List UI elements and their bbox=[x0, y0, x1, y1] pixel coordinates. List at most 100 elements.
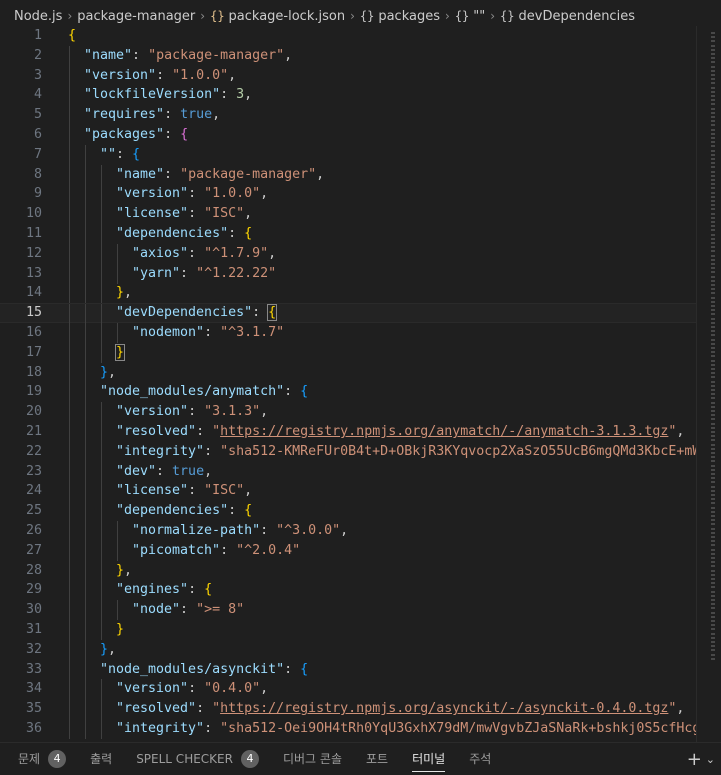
code-line[interactable]: 19 "node_modules/anymatch": { bbox=[0, 382, 696, 403]
indent-guide bbox=[85, 441, 86, 462]
indent-guide bbox=[101, 501, 102, 522]
minimap-line bbox=[711, 611, 715, 614]
code-text: }, bbox=[116, 283, 132, 303]
code-text: "version": "1.0.0", bbox=[116, 184, 268, 204]
new-terminal-plus-icon[interactable]: + bbox=[687, 749, 702, 770]
code-line[interactable]: 14}, bbox=[0, 283, 696, 304]
code-token: "node_modules/anymatch" bbox=[100, 384, 285, 400]
code-line[interactable]: 15 "devDependencies": { bbox=[0, 303, 696, 325]
breadcrumb-item[interactable]: {} packages bbox=[360, 9, 440, 24]
minimap-line bbox=[711, 153, 715, 156]
line-number: 4 bbox=[33, 87, 42, 103]
code-line[interactable]: 35 "resolved": "https://registry.npmjs.or… bbox=[0, 699, 696, 720]
code-line[interactable]: 36 "integrity": "sha512-Oei9OH4tRh0YqU3Gx… bbox=[0, 719, 696, 739]
minimap-line bbox=[711, 599, 715, 601]
minimap-line bbox=[711, 557, 715, 559]
breadcrumb-item[interactable]: {} "" bbox=[455, 9, 485, 24]
panel-tab-label: 주석 bbox=[469, 752, 492, 766]
code-token: { bbox=[132, 146, 141, 162]
code-line[interactable]: 7 "": { bbox=[0, 144, 696, 165]
code-line[interactable]: 31} bbox=[0, 620, 696, 640]
code-line[interactable]: 17} bbox=[0, 342, 696, 363]
code-line[interactable]: 34 "version": "0.4.0", bbox=[0, 679, 696, 700]
code-line[interactable]: 24 "license": "ISC", bbox=[0, 481, 696, 502]
code-line[interactable]: 33 "node_modules/asynckit": { bbox=[0, 659, 696, 680]
code-line[interactable]: 27 "picomatch": "^2.0.4" bbox=[0, 540, 696, 561]
code-token: { bbox=[68, 28, 77, 43]
code-token: : bbox=[196, 701, 213, 717]
code-line[interactable]: 20 "version": "3.1.3", bbox=[0, 402, 696, 423]
breadcrumb-item[interactable]: {} devDependencies bbox=[500, 9, 635, 24]
code-text: "lockfileVersion": 3, bbox=[84, 85, 252, 105]
code-line[interactable]: 1{ bbox=[0, 26, 696, 46]
code-line[interactable]: 10 "license": "ISC", bbox=[0, 204, 696, 225]
minimap-line bbox=[711, 527, 715, 530]
code-line[interactable]: 4 "lockfileVersion": 3, bbox=[0, 85, 696, 106]
indent-guide bbox=[85, 304, 86, 325]
code-line[interactable]: 5 "requires": true, bbox=[0, 105, 696, 126]
minimap-line bbox=[711, 338, 715, 341]
code-line[interactable]: 11 "dependencies": { bbox=[0, 224, 696, 244]
code-line[interactable]: 25 "dependencies": { bbox=[0, 501, 696, 522]
indent-guide bbox=[69, 620, 70, 640]
panel-tab[interactable]: 터미널 bbox=[412, 743, 446, 775]
indent-guide bbox=[85, 144, 86, 165]
panel-tab[interactable]: 주석 bbox=[469, 743, 491, 775]
code-text: }, bbox=[116, 561, 132, 581]
minimap-line bbox=[711, 548, 715, 551]
code-line[interactable]: 6 "packages": { bbox=[0, 125, 696, 145]
code-line[interactable]: 29 "engines": { bbox=[0, 580, 696, 601]
minimap-line bbox=[711, 69, 715, 72]
code-line[interactable]: 30 "node": ">= 8" bbox=[0, 600, 696, 621]
minimap-line bbox=[711, 384, 715, 387]
minimap-line bbox=[711, 380, 715, 383]
minimap-line bbox=[711, 149, 715, 152]
code-line[interactable]: 9 "version": "1.0.0", bbox=[0, 184, 696, 205]
indent-guide bbox=[69, 204, 70, 225]
code-line[interactable]: 18}, bbox=[0, 362, 696, 383]
code-line[interactable]: 32}, bbox=[0, 639, 696, 660]
minimap-line bbox=[711, 552, 715, 555]
code-line[interactable]: 8 "name": "package-manager", bbox=[0, 164, 696, 185]
code-line[interactable]: 21 "resolved": "https://registry.npmjs.or… bbox=[0, 422, 696, 442]
indent-guide bbox=[69, 699, 70, 720]
indent-guide bbox=[101, 164, 102, 185]
panel-tab[interactable]: 출력 bbox=[90, 743, 112, 775]
code-token[interactable]: https://registry.npmjs.org/asynckit/-/as… bbox=[220, 701, 668, 716]
code-line[interactable]: 2 "name": "package-manager", bbox=[0, 45, 696, 66]
code-token: "nodemon" bbox=[132, 325, 205, 340]
code-line[interactable]: 23 "dev": true, bbox=[0, 461, 696, 482]
line-number: 25 bbox=[25, 503, 42, 519]
panel-tab[interactable]: 디버그 콘솔 bbox=[283, 743, 342, 775]
code-line[interactable]: 13 "yarn": "^1.22.22" bbox=[0, 263, 696, 284]
code-line[interactable]: 12 "axios": "^1.7.9", bbox=[0, 243, 696, 264]
line-number: 2 bbox=[33, 47, 42, 63]
chevron-down-icon[interactable]: ⌄ bbox=[706, 753, 715, 766]
minimap-line bbox=[711, 132, 715, 135]
code-line[interactable]: 22 "integrity": "sha512-KMReFUr0B4t+D+OBk… bbox=[0, 441, 696, 462]
minimap-line bbox=[711, 615, 715, 618]
code-line[interactable]: 3 "version": "1.0.0", bbox=[0, 65, 696, 86]
code-token: "version" bbox=[84, 67, 157, 83]
code-token[interactable]: https://registry.npmjs.org/anymatch/-/an… bbox=[220, 424, 668, 439]
code-line[interactable]: 28}, bbox=[0, 560, 696, 581]
panel-tab-label: 디버그 콘솔 bbox=[282, 752, 342, 766]
indent-guide bbox=[101, 540, 102, 561]
code-line[interactable]: 16 "nodemon": "^3.1.7" bbox=[0, 323, 696, 343]
code-token: : bbox=[220, 542, 237, 558]
panel-tab[interactable]: SPELL CHECKER 4 bbox=[136, 743, 259, 775]
minimap-line bbox=[711, 531, 715, 534]
panel-tab[interactable]: 문제 4 bbox=[18, 743, 67, 775]
indent-guide bbox=[101, 620, 102, 640]
breadcrumb-item[interactable]: Node.js bbox=[14, 9, 62, 24]
code-editor[interactable]: 1{2 "name": "package-manager", 3 "version":… bbox=[0, 26, 696, 742]
code-line[interactable]: 26 "normalize-path": "^3.0.0", bbox=[0, 521, 696, 541]
code-token: "yarn" bbox=[132, 265, 181, 281]
minimap-line bbox=[711, 351, 715, 354]
breadcrumb-separator-icon: › bbox=[490, 9, 496, 23]
breadcrumb-item[interactable]: {} package-lock.json bbox=[210, 9, 345, 24]
minimap-scrollbar[interactable] bbox=[696, 26, 721, 742]
code-token: : bbox=[164, 107, 181, 123]
panel-tab[interactable]: 포트 bbox=[366, 743, 388, 775]
breadcrumb-item[interactable]: package-manager bbox=[77, 9, 195, 24]
